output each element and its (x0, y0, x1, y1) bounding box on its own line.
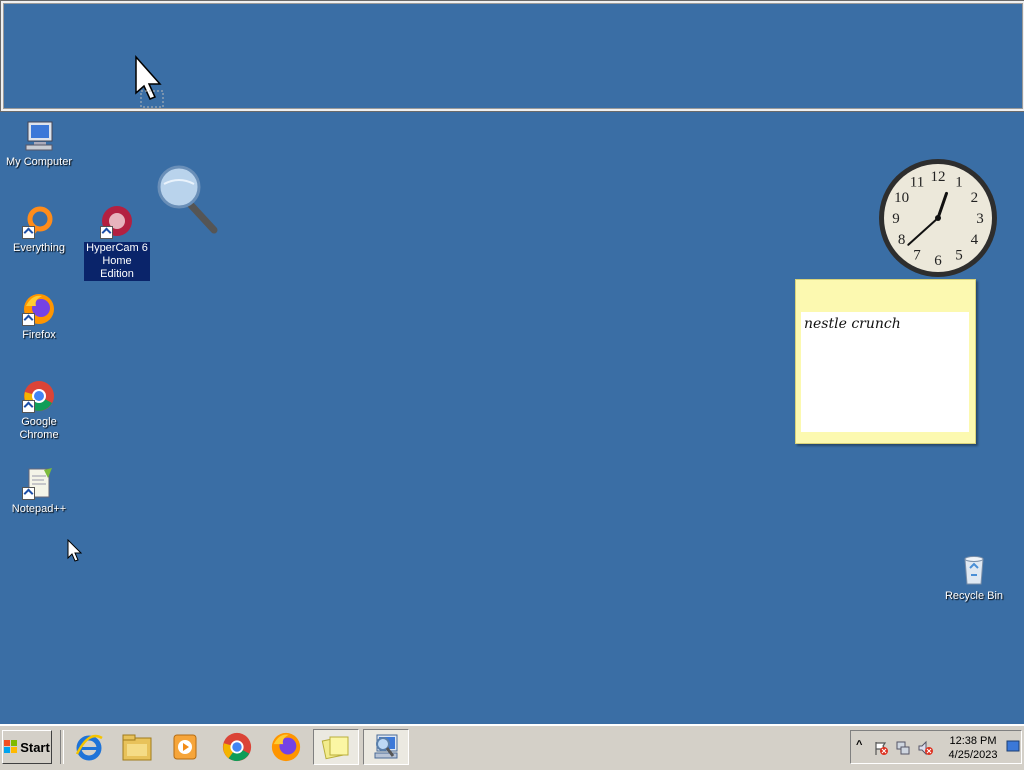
clock-numeral: 1 (955, 175, 963, 191)
network-icon[interactable] (895, 740, 911, 756)
windows-explorer-icon (122, 734, 152, 761)
recycle-bin-icon (957, 553, 991, 587)
firefox-icon (22, 292, 56, 326)
media-player-icon (173, 734, 197, 760)
taskbar-separator (60, 730, 64, 764)
show-hidden-icons-button[interactable]: ^ (856, 739, 862, 751)
taskbar-firefox-button[interactable] (263, 729, 309, 765)
sticky-notes-icon (321, 736, 349, 760)
everything-icon (22, 205, 56, 239)
taskbar: Start ^ 12:38 PM 4/25/2023 (0, 724, 1024, 770)
magnifier-icon[interactable] (156, 164, 218, 234)
action-center-flag-icon[interactable] (873, 740, 889, 756)
clock-numeral: 11 (910, 175, 924, 191)
desktop-icon-notepad-plus-plus[interactable]: Notepad++ (0, 466, 78, 516)
system-tray: ^ 12:38 PM 4/25/2023 (850, 730, 1022, 764)
sticky-note-text[interactable]: nestle crunch (801, 312, 969, 432)
taskbar-sticky-notes-button[interactable] (313, 729, 359, 765)
magnified-cursor-icon (135, 55, 164, 108)
start-button[interactable]: Start (2, 730, 52, 764)
clock-numeral: 10 (894, 190, 909, 206)
internet-explorer-icon (75, 734, 103, 761)
firefox-icon (271, 732, 301, 762)
clock-numeral: 5 (955, 247, 963, 263)
show-desktop-icon[interactable] (1006, 739, 1020, 753)
desktop-icon-label: My Computer (5, 156, 73, 168)
clock-numeral: 9 (892, 211, 900, 227)
clock-gadget[interactable]: 12 1 2 3 4 5 6 7 8 9 10 11 (875, 158, 1001, 278)
shortcut-arrow-icon (22, 313, 35, 326)
clock-numeral: 2 (971, 190, 979, 206)
desktop-icon-google-chrome[interactable]: Google Chrome (0, 379, 78, 442)
tray-clock[interactable]: 12:38 PM 4/25/2023 (943, 734, 1003, 762)
desktop-icon-firefox[interactable]: Firefox (0, 292, 78, 342)
clock-numeral: 6 (934, 253, 942, 269)
windows-logo-icon (4, 740, 18, 753)
my-computer-icon (22, 119, 56, 153)
desktop-icon-label: Firefox (22, 329, 56, 341)
magnifier-window[interactable] (1, 1, 1024, 111)
start-label: Start (20, 739, 50, 755)
taskbar-chrome-button[interactable] (214, 729, 260, 765)
desktop-icon-label: Recycle Bin (944, 590, 1004, 602)
volume-muted-icon[interactable] (917, 740, 933, 756)
clock-numeral: 8 (898, 232, 906, 248)
mouse-cursor-icon (67, 539, 83, 562)
desktop-icon-label: Google Chrome (19, 416, 59, 441)
desktop-icon-label: HyperCam 6 Home Edition (84, 242, 150, 281)
desktop-icon-label: Everything (13, 242, 65, 254)
tray-date: 4/25/2023 (948, 749, 998, 761)
desktop-icon-hypercam[interactable]: HyperCam 6 Home Edition (78, 205, 156, 281)
shortcut-arrow-icon (22, 487, 35, 500)
desktop-icon-recycle-bin[interactable]: Recycle Bin (935, 553, 1013, 603)
hypercam-icon (100, 205, 134, 239)
notepad-plus-plus-icon (22, 466, 56, 500)
shortcut-arrow-icon (22, 400, 35, 413)
chrome-icon (22, 379, 56, 413)
desktop-icon-label: Notepad++ (11, 503, 67, 515)
desktop-icon-my-computer[interactable]: My Computer (0, 119, 78, 169)
chrome-icon (222, 732, 252, 762)
shortcut-arrow-icon (22, 226, 35, 239)
taskbar-explorer-button[interactable] (114, 729, 160, 765)
desktop-icon-everything[interactable]: Everything (0, 205, 78, 255)
clock-numeral: 7 (913, 247, 921, 263)
tray-time: 12:38 PM (949, 735, 997, 747)
clock-numeral: 12 (931, 169, 946, 185)
magnifier-icon (374, 734, 398, 759)
taskbar-magnifier-button[interactable] (363, 729, 409, 765)
sticky-note[interactable]: nestle crunch (795, 279, 976, 444)
taskbar-media-player-button[interactable] (162, 729, 208, 765)
shortcut-arrow-icon (100, 226, 113, 239)
clock-numeral: 4 (971, 232, 979, 248)
taskbar-internet-explorer-button[interactable] (66, 729, 112, 765)
clock-numeral: 3 (976, 211, 984, 227)
